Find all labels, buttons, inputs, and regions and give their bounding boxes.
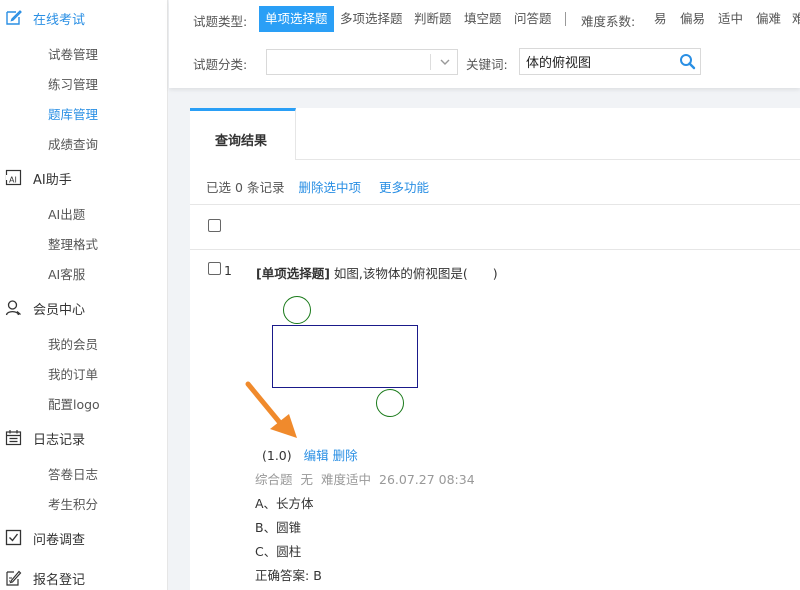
sidebar-group-member-center[interactable]: 会员中心: [0, 296, 168, 320]
sidebar-group-label: 报名登记: [33, 572, 86, 588]
sidebar: 在线考试 试卷管理 练习管理 题库管理 成绩查询 AI AI助手 AI出题 整理…: [0, 0, 168, 590]
keyword-label: 关键词:: [466, 57, 508, 72]
option-c: C、圆柱: [255, 544, 302, 559]
sidebar-item-candidate-points[interactable]: 考生积分: [48, 494, 98, 513]
figure-bottom-circle: [376, 389, 404, 417]
question-category: 综合题: [255, 472, 293, 487]
correct-answer: 正确答案: B: [255, 565, 322, 584]
sidebar-item-question-bank[interactable]: 题库管理: [48, 104, 98, 123]
sidebar-item-answer-log[interactable]: 答卷日志: [48, 464, 98, 483]
sidebar-group-label: AI助手: [33, 172, 72, 188]
question-difficulty: 难度适中: [321, 472, 372, 487]
question-checkbox[interactable]: [208, 262, 221, 275]
keyword-input[interactable]: [520, 49, 670, 74]
sidebar-item-paper-management[interactable]: 试卷管理: [48, 44, 98, 63]
question-date: 26.07.27 08:34: [379, 472, 475, 487]
difficulty-option-hard[interactable]: 难: [792, 6, 800, 32]
selected-suffix: 条记录: [246, 180, 285, 195]
sidebar-group-ai-assistant[interactable]: AI AI助手: [0, 166, 168, 190]
question-stem: 如图,该物体的俯视图是( ): [333, 266, 498, 281]
sidebar-group-online-exam[interactable]: 在线考试: [0, 6, 168, 30]
difficulty-option-medium[interactable]: 适中: [718, 6, 743, 32]
category-filter-label: 试题分类:: [193, 57, 248, 72]
filter-bar: 试题类型: 单项选择题 多项选择题 判断题 填空题 问答题 难度系数: 易 偏易…: [169, 0, 800, 88]
question-number: 1: [224, 263, 232, 278]
select-all-checkbox[interactable]: [208, 219, 221, 232]
question-score-row: (1.0) 编辑 删除: [262, 445, 358, 464]
sidebar-item-score-query[interactable]: 成绩查询: [48, 134, 98, 153]
edit-icon: [6, 10, 22, 25]
calendar-icon: [5, 430, 22, 446]
sidebar-group-label: 在线考试: [33, 12, 86, 28]
sidebar-group-logs[interactable]: 日志记录: [0, 426, 168, 450]
tab-divider: [296, 159, 800, 160]
results-toolbar: 已选 0 条记录 删除选中项 更多功能: [206, 177, 429, 196]
figure-top-circle: [283, 296, 311, 324]
more-functions-link[interactable]: 更多功能: [379, 180, 429, 195]
sidebar-group-label: 日志记录: [33, 432, 86, 448]
filter-separator: [565, 12, 566, 26]
difficulty-option-fairly-easy[interactable]: 偏易: [680, 6, 705, 32]
type-filter-label: 试题类型:: [193, 14, 248, 29]
type-option-single-choice[interactable]: 单项选择题: [259, 6, 334, 32]
delete-question-link[interactable]: 删除: [333, 448, 358, 463]
tab-label: 查询结果: [215, 134, 268, 149]
divider: [190, 204, 800, 205]
correct-answer-value: B: [313, 568, 322, 583]
option-b: B、圆锥: [255, 520, 302, 535]
sidebar-item-my-membership[interactable]: 我的会员: [48, 334, 98, 353]
annotation-arrow-icon: [245, 381, 297, 438]
sidebar-group-label: 问卷调查: [33, 532, 86, 548]
sidebar-item-my-orders[interactable]: 我的订单: [48, 364, 98, 383]
checkbox-icon: [5, 529, 22, 546]
type-option-multiple-choice[interactable]: 多项选择题: [340, 6, 403, 32]
chevron-down-icon: [440, 59, 450, 65]
question-score: (1.0): [262, 448, 292, 463]
results-panel: 查询结果 已选 0 条记录 删除选中项 更多功能 1 [单项选择题] 如图,该物…: [190, 108, 800, 590]
difficulty-option-easy[interactable]: 易: [654, 6, 667, 32]
type-option-fill-blank[interactable]: 填空题: [464, 6, 502, 32]
sidebar-item-format[interactable]: 整理格式: [48, 234, 98, 253]
category-select[interactable]: [266, 49, 458, 75]
selected-prefix: 已选: [206, 180, 232, 195]
selected-count: 0: [235, 180, 243, 195]
sidebar-group-label: 会员中心: [33, 302, 86, 318]
question-meta: 综合题 无 难度适中 26.07.27 08:34: [255, 469, 475, 488]
sidebar-item-ai-service[interactable]: AI客服: [48, 264, 85, 283]
question-category-extra: 无: [300, 472, 314, 487]
question-type-tag: [单项选择题]: [256, 266, 330, 281]
sidebar-item-practice-management[interactable]: 练习管理: [48, 74, 98, 93]
select-divider: [430, 54, 431, 70]
type-option-true-false[interactable]: 判断题: [414, 6, 452, 32]
question-text: [单项选择题] 如图,该物体的俯视图是( ): [256, 263, 498, 282]
search-icon[interactable]: [679, 53, 696, 70]
divider: [190, 249, 800, 250]
option-a: A、长方体: [255, 496, 314, 511]
difficulty-filter-label: 难度系数:: [581, 14, 636, 29]
sidebar-group-survey[interactable]: 问卷调查: [0, 526, 168, 550]
sidebar-group-registration[interactable]: 报名登记: [0, 566, 168, 590]
ai-icon: AI: [5, 169, 22, 186]
tab-query-results[interactable]: 查询结果: [190, 108, 296, 160]
keyword-field: [519, 48, 701, 75]
svg-text:AI: AI: [9, 176, 17, 185]
delete-selected-link[interactable]: 删除选中项: [298, 180, 361, 195]
sidebar-item-ai-generate[interactable]: AI出题: [48, 204, 85, 223]
type-option-essay[interactable]: 问答题: [514, 6, 552, 32]
difficulty-option-fairly-hard[interactable]: 偏难: [756, 6, 781, 32]
correct-answer-label: 正确答案:: [255, 568, 310, 583]
pen-icon: [6, 570, 22, 586]
edit-question-link[interactable]: 编辑: [304, 448, 329, 463]
user-icon: [5, 300, 21, 316]
sidebar-item-configure-logo[interactable]: 配置logo: [48, 394, 100, 413]
